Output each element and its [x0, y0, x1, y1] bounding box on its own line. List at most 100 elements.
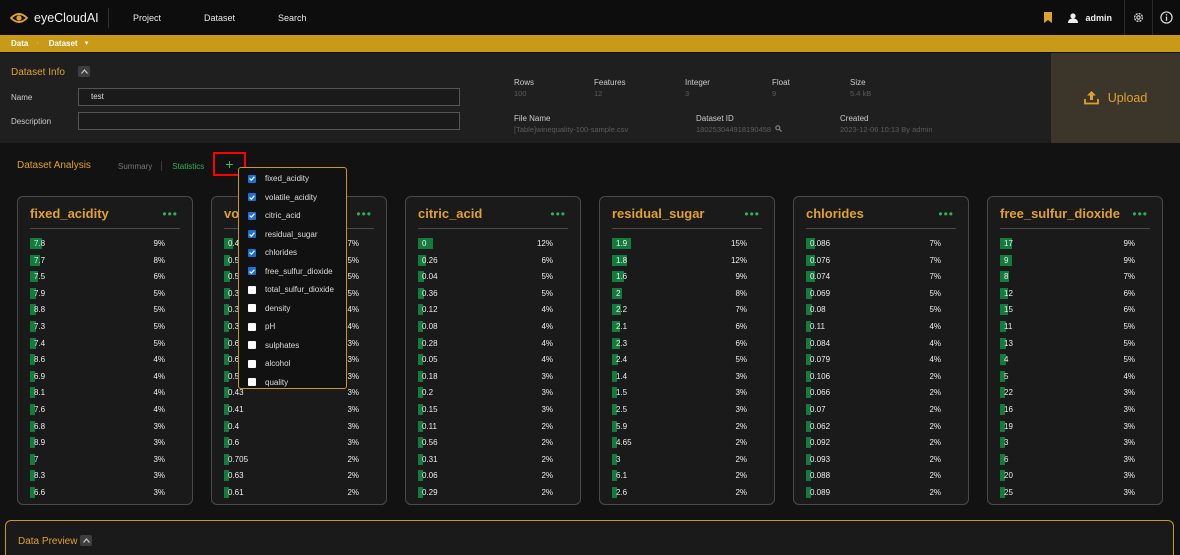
- column-option[interactable]: density: [248, 304, 290, 313]
- checkbox[interactable]: [248, 211, 256, 220]
- name-input[interactable]: test: [78, 88, 460, 106]
- more-options-icon[interactable]: •••: [550, 207, 566, 221]
- checkbox[interactable]: [248, 341, 256, 349]
- percent-label: 3%: [347, 438, 359, 448]
- column-option[interactable]: sulphates: [248, 341, 299, 350]
- app-logo[interactable]: eyeCloudAI: [10, 11, 108, 25]
- value-label: 25: [1004, 487, 1013, 497]
- value-label: 0.18: [422, 371, 438, 381]
- collapse-info-button[interactable]: [78, 66, 90, 77]
- percent-label: 5%: [347, 288, 359, 298]
- percent-label: 12%: [536, 239, 553, 248]
- frequency-row: 7.3 5%: [30, 319, 179, 336]
- percent-label: 3%: [735, 371, 747, 381]
- more-options-icon[interactable]: •••: [938, 207, 954, 221]
- value-label: 13: [1004, 338, 1013, 348]
- tab-statistics[interactable]: Statistics: [172, 162, 204, 171]
- value-label: 2.4: [616, 355, 628, 365]
- bookmark-icon[interactable]: [1044, 12, 1053, 23]
- frequency-row: 0.6 3%: [224, 435, 373, 452]
- value-label: 0.086: [810, 239, 831, 248]
- chevron-down-icon[interactable]: ▼: [84, 41, 90, 47]
- percent-label: 2%: [929, 388, 941, 398]
- stat-card: chlorides ••• 0.086 7% 0.076 7% 0.074 7% 0.069 5%…: [793, 196, 969, 505]
- checkbox[interactable]: [248, 304, 256, 312]
- value-label: 0.06: [422, 471, 438, 481]
- column-option[interactable]: pH: [248, 322, 275, 331]
- frequency-row: 1.9 15%: [612, 236, 761, 253]
- settings-button[interactable]: [1124, 0, 1152, 35]
- upload-button[interactable]: Upload: [1051, 53, 1180, 143]
- value-label: 0.2: [422, 388, 434, 398]
- more-options-icon[interactable]: •••: [356, 207, 372, 221]
- integer-value: 3: [685, 89, 690, 98]
- frequency-row: 2 8%: [612, 286, 761, 303]
- frequency-row: 8 7%: [1000, 269, 1149, 286]
- breadcrumb: Data › Dataset ▼: [0, 35, 1180, 52]
- checkbox[interactable]: [248, 230, 256, 238]
- nav-search[interactable]: Search: [278, 13, 307, 23]
- tab-summary[interactable]: Summary: [118, 162, 152, 171]
- value-label: 0.41: [228, 404, 244, 414]
- stat-card: free_sulfur_dioxide ••• 17 9% 9 9% 8 7% 12 6% 15 6%…: [987, 196, 1163, 505]
- column-option[interactable]: citric_acid: [248, 211, 301, 220]
- checkbox[interactable]: [248, 378, 256, 386]
- percent-label: 2%: [735, 438, 747, 448]
- breadcrumb-dataset[interactable]: Dataset: [49, 39, 78, 48]
- more-options-icon[interactable]: •••: [744, 207, 760, 221]
- column-option[interactable]: chlorides: [248, 248, 297, 257]
- percent-label: 3%: [347, 371, 359, 381]
- search-icon[interactable]: [775, 125, 783, 132]
- value-label: 0.11: [422, 421, 437, 431]
- frequency-row: 7.6 4%: [30, 402, 179, 419]
- value-label: 0.61: [228, 487, 244, 497]
- percent-label: 5%: [153, 305, 165, 315]
- column-option-label: alcohol: [265, 359, 291, 368]
- column-option[interactable]: free_sulfur_dioxide: [248, 267, 333, 276]
- value-label: 0.26: [422, 255, 438, 265]
- percent-label: 4%: [541, 321, 553, 331]
- checkbox[interactable]: [248, 322, 256, 331]
- frequency-row: 0.079 4%: [806, 352, 955, 369]
- description-input[interactable]: [78, 112, 460, 130]
- checkbox[interactable]: [248, 174, 256, 183]
- frequency-row: 1.8 12%: [612, 253, 761, 270]
- checkbox[interactable]: [248, 285, 256, 294]
- nav-project[interactable]: Project: [133, 13, 161, 23]
- breadcrumb-data[interactable]: Data: [11, 39, 28, 48]
- frequency-row: 0.089 2%: [806, 485, 955, 502]
- column-option[interactable]: quality: [248, 378, 288, 387]
- column-option[interactable]: alcohol: [248, 359, 290, 368]
- value-label: 2.3: [616, 338, 628, 348]
- collapse-preview-button[interactable]: [80, 535, 92, 546]
- percent-label: 5%: [541, 288, 553, 298]
- percent-label: 3%: [1123, 471, 1135, 481]
- info-button[interactable]: [1152, 0, 1180, 35]
- column-option[interactable]: total_sulfur_dioxide: [248, 285, 334, 294]
- frequency-row: 7.8 9%: [30, 236, 179, 253]
- value-label: 16: [1004, 404, 1013, 414]
- column-option[interactable]: residual_sugar: [248, 230, 317, 239]
- checkbox[interactable]: [248, 248, 256, 257]
- checkbox[interactable]: [248, 193, 256, 201]
- frequency-list: 0 12% 0.26 6% 0.04 5% 0.36 5% 0.12 4% 0.08 4% 0.28 4%…: [418, 236, 567, 502]
- percent-label: 6%: [735, 321, 747, 331]
- user-menu[interactable]: admin: [1068, 13, 1112, 23]
- frequency-row: 0.2 3%: [418, 385, 567, 402]
- more-options-icon[interactable]: •••: [1132, 207, 1148, 221]
- frequency-row: 5.9 2%: [612, 419, 761, 436]
- checkbox[interactable]: [248, 267, 256, 275]
- checkbox[interactable]: [248, 359, 256, 368]
- more-options-icon[interactable]: •••: [162, 207, 178, 221]
- column-option[interactable]: volatile_acidity: [248, 193, 317, 202]
- nav-dataset[interactable]: Dataset: [204, 13, 235, 23]
- value-label: 6.6: [34, 487, 46, 497]
- percent-label: 9%: [735, 272, 747, 282]
- column-option[interactable]: fixed_acidity: [248, 174, 309, 183]
- value-label: 0.089: [810, 487, 831, 497]
- value-label: 8.9: [34, 438, 46, 448]
- frequency-row: 7.4 5%: [30, 336, 179, 353]
- percent-label: 5%: [153, 321, 165, 331]
- value-label: 0.092: [810, 438, 831, 448]
- value-label: 1.8: [616, 255, 628, 265]
